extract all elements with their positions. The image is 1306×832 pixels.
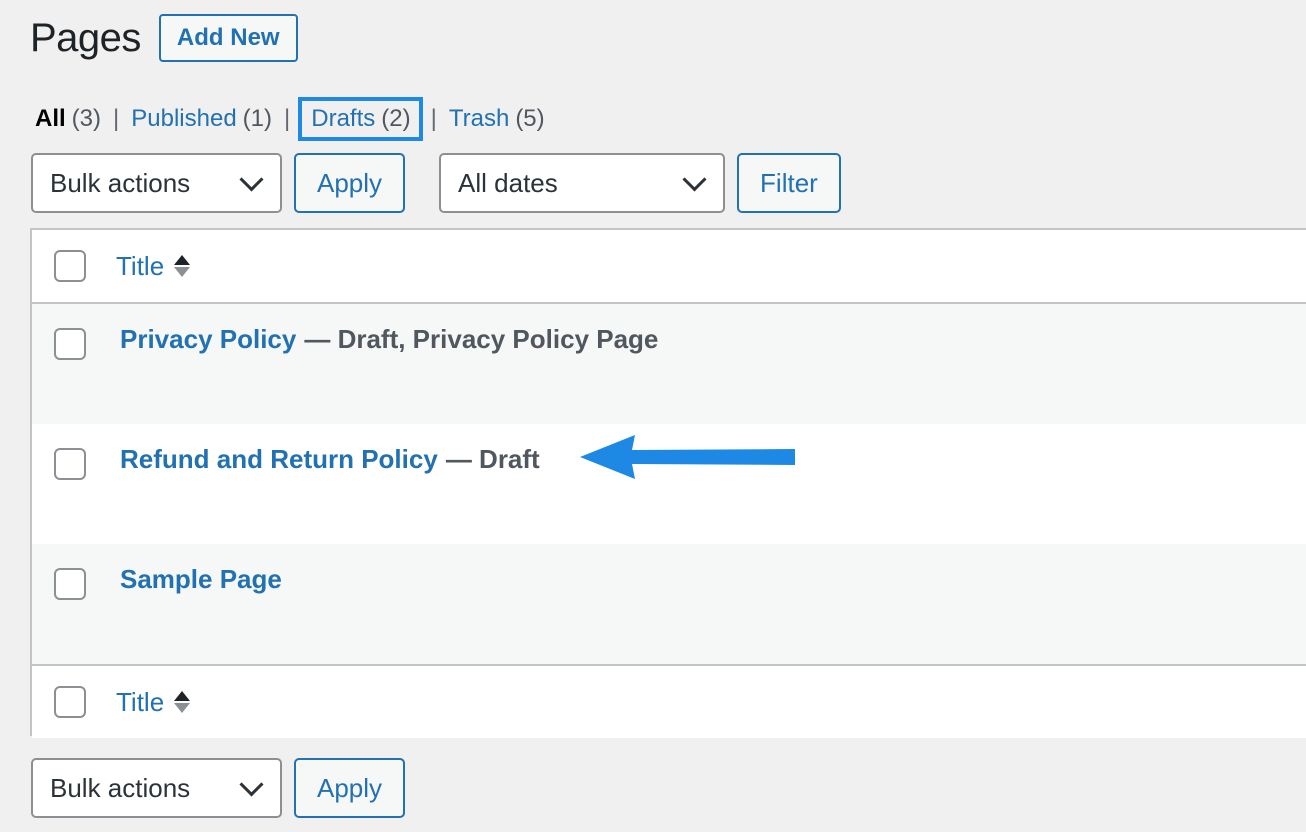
apply-button[interactable]: Apply [294, 153, 406, 213]
chevron-down-icon [239, 166, 264, 192]
row-title-link[interactable]: Refund and Return Policy [120, 444, 438, 475]
column-title-label: Title [116, 686, 165, 717]
filter-button[interactable]: Filter [737, 153, 841, 213]
table-footer: Title [32, 664, 1306, 738]
row-title-link[interactable]: Privacy Policy [120, 324, 296, 355]
table-header: Title [32, 230, 1306, 304]
annotation-arrow-icon [580, 435, 795, 479]
separator: | [284, 105, 291, 132]
row-checkbox[interactable] [54, 568, 86, 600]
view-published-count: (1) [242, 105, 273, 132]
chevron-down-icon [682, 166, 707, 192]
page-header: Pages Add New [30, 12, 298, 64]
view-trash-count: (5) [515, 105, 545, 132]
bulk-actions-select[interactable]: Bulk actions [31, 153, 282, 213]
row-post-state: — Draft [445, 444, 540, 474]
row-title-link[interactable]: Sample Page [120, 564, 282, 595]
select-all-checkbox-footer[interactable] [54, 686, 86, 718]
separator: | [113, 105, 120, 132]
row-checkbox[interactable] [54, 328, 86, 360]
tablenav-top: Bulk actions Apply All dates Filter [31, 153, 841, 213]
row-title: Privacy Policy — Draft, Privacy Policy P… [120, 324, 658, 355]
view-drafts-count: (2) [381, 105, 411, 132]
view-all-count: (3) [71, 105, 102, 132]
row-title: Sample Page [120, 564, 290, 595]
bulk-actions-value: Bulk actions [50, 772, 191, 803]
dates-value: All dates [458, 167, 558, 198]
view-trash-link[interactable]: Trash [449, 105, 509, 133]
drafts-highlight-box: Drafts (2) [298, 97, 423, 141]
chevron-down-icon [239, 771, 264, 797]
page-title: Pages [30, 15, 141, 60]
add-new-button[interactable]: Add New [158, 14, 298, 62]
row-post-state: — Draft, Privacy Policy Page [304, 324, 659, 354]
view-published-link[interactable]: Published [131, 105, 236, 133]
row-title: Refund and Return Policy — Draft [120, 444, 540, 475]
table-row: Sample Page [32, 544, 1306, 664]
row-checkbox[interactable] [54, 448, 86, 480]
apply-button-bottom[interactable]: Apply [294, 758, 406, 818]
pages-table: Title Privacy Policy — Draft, Privacy Po… [30, 228, 1306, 738]
sort-icon [174, 255, 191, 277]
dates-select[interactable]: All dates [439, 153, 726, 213]
bulk-actions-select-bottom[interactable]: Bulk actions [31, 758, 282, 818]
separator: | [430, 105, 437, 132]
sort-icon [174, 691, 191, 713]
tablenav-bottom: Bulk actions Apply [31, 758, 406, 818]
table-row: Privacy Policy — Draft, Privacy Policy P… [32, 304, 1306, 424]
view-all-link[interactable]: All [35, 105, 66, 133]
column-title-sort-footer[interactable]: Title [116, 686, 191, 718]
bulk-actions-value: Bulk actions [50, 167, 191, 198]
column-title-sort[interactable]: Title [116, 250, 191, 282]
view-drafts-link[interactable]: Drafts [311, 105, 375, 133]
select-all-checkbox[interactable] [54, 250, 86, 282]
status-filter-links: All (3) | Published (1) | Drafts (2) | T… [35, 97, 545, 141]
column-title-label: Title [116, 250, 165, 281]
